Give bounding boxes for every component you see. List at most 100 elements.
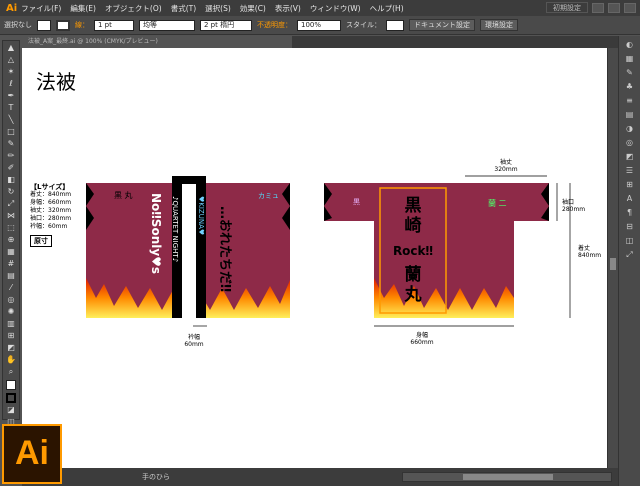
workspace-switcher[interactable]: 初期設定 (546, 2, 588, 13)
fill-color-swatch[interactable] (6, 380, 16, 390)
document-tab-bar: 法被_A案_最終.ai @ 100% (CMYK/プレビュー) (22, 36, 618, 48)
back-line2: 崎 (405, 215, 422, 236)
illustrator-logo: Ai (2, 424, 62, 484)
appearance-panel-icon[interactable]: ◎ (624, 138, 636, 148)
perspective-grid-tool-icon[interactable]: ▦ (4, 246, 18, 257)
hand-tool-icon[interactable]: ✋ (4, 354, 18, 365)
menu-object[interactable]: オブジェクト(O) (105, 3, 162, 14)
stroke-weight-input[interactable]: 1 pt (94, 19, 134, 31)
graphic-styles-panel-icon[interactable]: ◩ (624, 152, 636, 162)
front-sleeve-left-text: 黒 丸 (114, 190, 133, 200)
preferences-button[interactable]: 環境設定 (480, 19, 518, 31)
stroke-panel-icon[interactable]: ≡ (624, 96, 636, 106)
free-transform-tool-icon[interactable]: ⬚ (4, 222, 18, 233)
width-value: 660mm (410, 339, 433, 346)
artboard-canvas[interactable]: 法被 【Lサイズ】 着丈：840mm 身幅：660mm 袖丈：320mm 袖口：… (22, 48, 607, 468)
width-label: 身幅 (416, 331, 428, 339)
menu-help[interactable]: ヘルプ(H) (370, 3, 404, 14)
vertical-scrollbar[interactable] (607, 48, 618, 468)
graphic-style-swatch[interactable] (386, 19, 404, 31)
maximize-button[interactable] (608, 2, 620, 13)
stroke-color-swatch[interactable] (6, 393, 16, 403)
pencil-tool-icon[interactable]: ✏ (4, 150, 18, 161)
layers-panel-icon[interactable]: ☰ (624, 166, 636, 176)
gradient-panel-icon[interactable]: ▤ (624, 110, 636, 120)
collar-width-label: 衿幅 (188, 333, 200, 341)
document-settings-button[interactable]: ドキュメント設定 (409, 19, 475, 31)
front-left-text: No‼Sonly♥s (149, 193, 163, 274)
menu-view[interactable]: 表示(V) (275, 3, 301, 14)
minimize-button[interactable] (592, 2, 604, 13)
panel-dock: ◐ ▦ ✎ ♣ ≡ ▤ ◑ ◎ ◩ ☰ ⊞ A ¶ ⊟ ◫ ⤢ (618, 36, 640, 486)
status-bar: 手のひら (22, 468, 618, 486)
back-sleeve-right-text: 蘭 二 (488, 198, 507, 208)
variable-width-profile[interactable]: 均等 (139, 19, 195, 31)
horizontal-scrollbar[interactable] (402, 472, 612, 482)
gradient-tool-icon[interactable]: ▤ (4, 270, 18, 281)
lasso-tool-icon[interactable]: ℓ (4, 78, 18, 89)
selection-tool-icon[interactable]: ▲ (4, 42, 18, 53)
symbol-sprayer-tool-icon[interactable]: ✺ (4, 306, 18, 317)
brushes-panel-icon[interactable]: ✎ (624, 68, 636, 78)
slice-tool-icon[interactable]: ◩ (4, 342, 18, 353)
selection-status: 選択なし (4, 21, 32, 29)
eraser-tool-icon[interactable]: ◧ (4, 174, 18, 185)
column-graph-tool-icon[interactable]: ▥ (4, 318, 18, 329)
width-tool-icon[interactable]: ⋈ (4, 210, 18, 221)
opacity-label[interactable]: 不透明度： (257, 20, 292, 30)
magic-wand-tool-icon[interactable]: ✶ (4, 66, 18, 77)
menu-effect[interactable]: 効果(C) (240, 3, 266, 14)
character-panel-icon[interactable]: A (624, 194, 636, 204)
close-button[interactable] (624, 2, 636, 13)
length-value: 840mm (578, 252, 601, 259)
vertical-scroll-thumb[interactable] (610, 258, 616, 270)
menu-type[interactable]: 書式(T) (171, 3, 196, 14)
swatches-panel-icon[interactable]: ▦ (624, 54, 636, 64)
direct-selection-tool-icon[interactable]: △ (4, 54, 18, 65)
front-right-text: …おれたちだ‼ (217, 206, 232, 292)
stroke-label[interactable]: 線： (75, 20, 89, 30)
paragraph-panel-icon[interactable]: ¶ (624, 208, 636, 218)
document-tab[interactable]: 法被_A案_最終.ai @ 100% (CMYK/プレビュー) (22, 36, 292, 48)
fill-swatch[interactable] (37, 19, 51, 31)
front-collar-text: ♪QUARTET NIGHT♪ (171, 196, 179, 262)
back-line3: Rock‼ (393, 244, 433, 258)
type-tool-icon[interactable]: T (4, 102, 18, 113)
color-mode-icon[interactable]: ◪ (4, 404, 18, 415)
pen-tool-icon[interactable]: ✒ (4, 90, 18, 101)
scale-tool-icon[interactable]: ⤢ (4, 198, 18, 209)
blob-brush-tool-icon[interactable]: ✐ (4, 162, 18, 173)
eyedropper-tool-icon[interactable]: ⁄ (4, 282, 18, 293)
control-bar: 選択なし 線： 1 pt 均等 2 pt 楕円 不透明度： 100% スタイル：… (0, 16, 640, 35)
length-label: 着丈 (578, 244, 590, 252)
paintbrush-tool-icon[interactable]: ✎ (4, 138, 18, 149)
artboard-tool-icon[interactable]: ⊞ (4, 330, 18, 341)
blend-tool-icon[interactable]: ◎ (4, 294, 18, 305)
brush-definition[interactable]: 2 pt 楕円 (200, 19, 252, 31)
stroke-swatch[interactable] (56, 19, 70, 31)
shape-builder-tool-icon[interactable]: ⊕ (4, 234, 18, 245)
pathfinder-panel-icon[interactable]: ◫ (624, 236, 636, 246)
transparency-panel-icon[interactable]: ◑ (624, 124, 636, 134)
line-tool-icon[interactable]: ╲ (4, 114, 18, 125)
zoom-tool-icon[interactable]: ⌕ (4, 366, 18, 377)
align-panel-icon[interactable]: ⊟ (624, 222, 636, 232)
menu-select[interactable]: 選択(S) (205, 3, 231, 14)
mesh-tool-icon[interactable]: # (4, 258, 18, 269)
back-line5: 丸 (404, 284, 423, 305)
front-collar-right-text: ♥KIZUNA♥ (197, 196, 205, 235)
horizontal-scroll-thumb[interactable] (463, 474, 553, 480)
tools-panel: ▲ △ ✶ ℓ ✒ T ╲ □ ✎ ✏ ✐ ◧ ↻ ⤢ ⋈ ⬚ ⊕ ▦ # ▤ … (2, 40, 20, 437)
artboards-panel-icon[interactable]: ⊞ (624, 180, 636, 190)
menu-window[interactable]: ウィンドウ(W) (310, 3, 361, 14)
menu-file[interactable]: ファイル(F) (21, 3, 61, 14)
sleeve-length-value: 320mm (494, 166, 517, 173)
opacity-input[interactable]: 100% (297, 19, 341, 31)
color-panel-icon[interactable]: ◐ (624, 40, 636, 50)
rotate-tool-icon[interactable]: ↻ (4, 186, 18, 197)
menu-edit[interactable]: 編集(E) (70, 3, 96, 14)
symbols-panel-icon[interactable]: ♣ (624, 82, 636, 92)
cuff-value: 280mm (562, 206, 585, 213)
rectangle-tool-icon[interactable]: □ (4, 126, 18, 137)
transform-panel-icon[interactable]: ⤢ (624, 250, 636, 260)
